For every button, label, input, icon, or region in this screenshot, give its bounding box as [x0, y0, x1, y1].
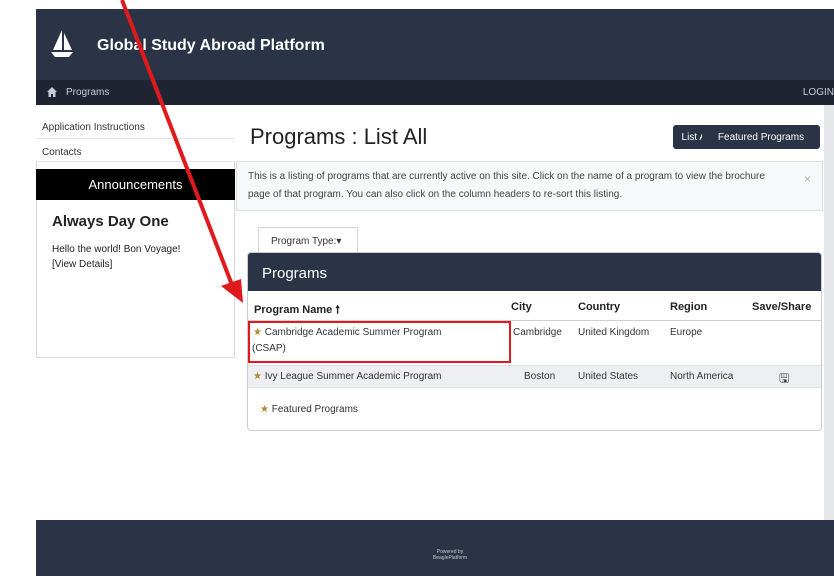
- sailboat-logo-icon: [51, 30, 73, 57]
- announcements-header: Announcements: [36, 169, 235, 200]
- nav-programs-link[interactable]: Programs: [66, 87, 109, 98]
- announcement-text: Hello the world! Bon Voyage!: [52, 244, 181, 255]
- programs-panel-title: Programs: [262, 265, 328, 282]
- brand-title[interactable]: Global Study Abroad Platform: [97, 37, 325, 55]
- navbar: [36, 80, 834, 105]
- login-link[interactable]: LOGIN: [803, 87, 834, 98]
- program-type-dropdown[interactable]: Program Type:▾: [258, 227, 358, 253]
- announcement-title: Always Day One: [52, 213, 169, 230]
- program-city: Boston: [524, 371, 556, 382]
- column-header-save-share[interactable]: Save/Share: [752, 301, 811, 313]
- footer: [36, 520, 834, 576]
- programs-panel-header: Programs: [248, 253, 821, 291]
- program-city: Cambridge: [513, 327, 562, 338]
- featured-star-icon: ★: [260, 404, 269, 415]
- page-title: Programs : List All: [250, 124, 428, 149]
- featured-legend-label: Featured Programs: [271, 404, 358, 415]
- row-divider: [248, 387, 821, 388]
- footer-credit: Powered by BeaglePlatform: [400, 549, 500, 561]
- featured-star-icon: ★: [253, 371, 262, 382]
- program-region: North America: [670, 371, 734, 382]
- column-header-region[interactable]: Region: [670, 301, 707, 313]
- view-details-link[interactable]: [View Details]: [52, 259, 112, 270]
- program-country: United Kingdom: [578, 327, 650, 338]
- program-region: Europe: [670, 327, 703, 338]
- sidebar-item-application-instructions[interactable]: Application Instructions: [36, 114, 235, 139]
- column-header-program-name[interactable]: Program Name 🠕: [254, 301, 340, 320]
- featured-programs-button[interactable]: Featured Programs: [702, 125, 820, 149]
- table-row[interactable]: ★ Ivy League Summer Academic Program: [253, 371, 442, 382]
- info-text: This is a listing of programs that are c…: [248, 171, 765, 200]
- highlight-box: [248, 321, 511, 363]
- program-country: United States: [578, 371, 639, 382]
- scroll-gutter: [824, 105, 834, 520]
- close-icon[interactable]: ×: [804, 172, 811, 186]
- featured-programs-legend: ★ Featured Programs: [260, 404, 358, 415]
- column-header-country[interactable]: Country: [578, 301, 620, 313]
- column-header-city[interactable]: City: [511, 301, 532, 313]
- program-name-link[interactable]: Ivy League Summer Academic Program: [265, 371, 442, 382]
- home-icon[interactable]: [46, 86, 58, 98]
- sidebar-item-contacts[interactable]: Contacts: [36, 139, 235, 162]
- footer-platform-name: BeaglePlatform: [432, 555, 468, 561]
